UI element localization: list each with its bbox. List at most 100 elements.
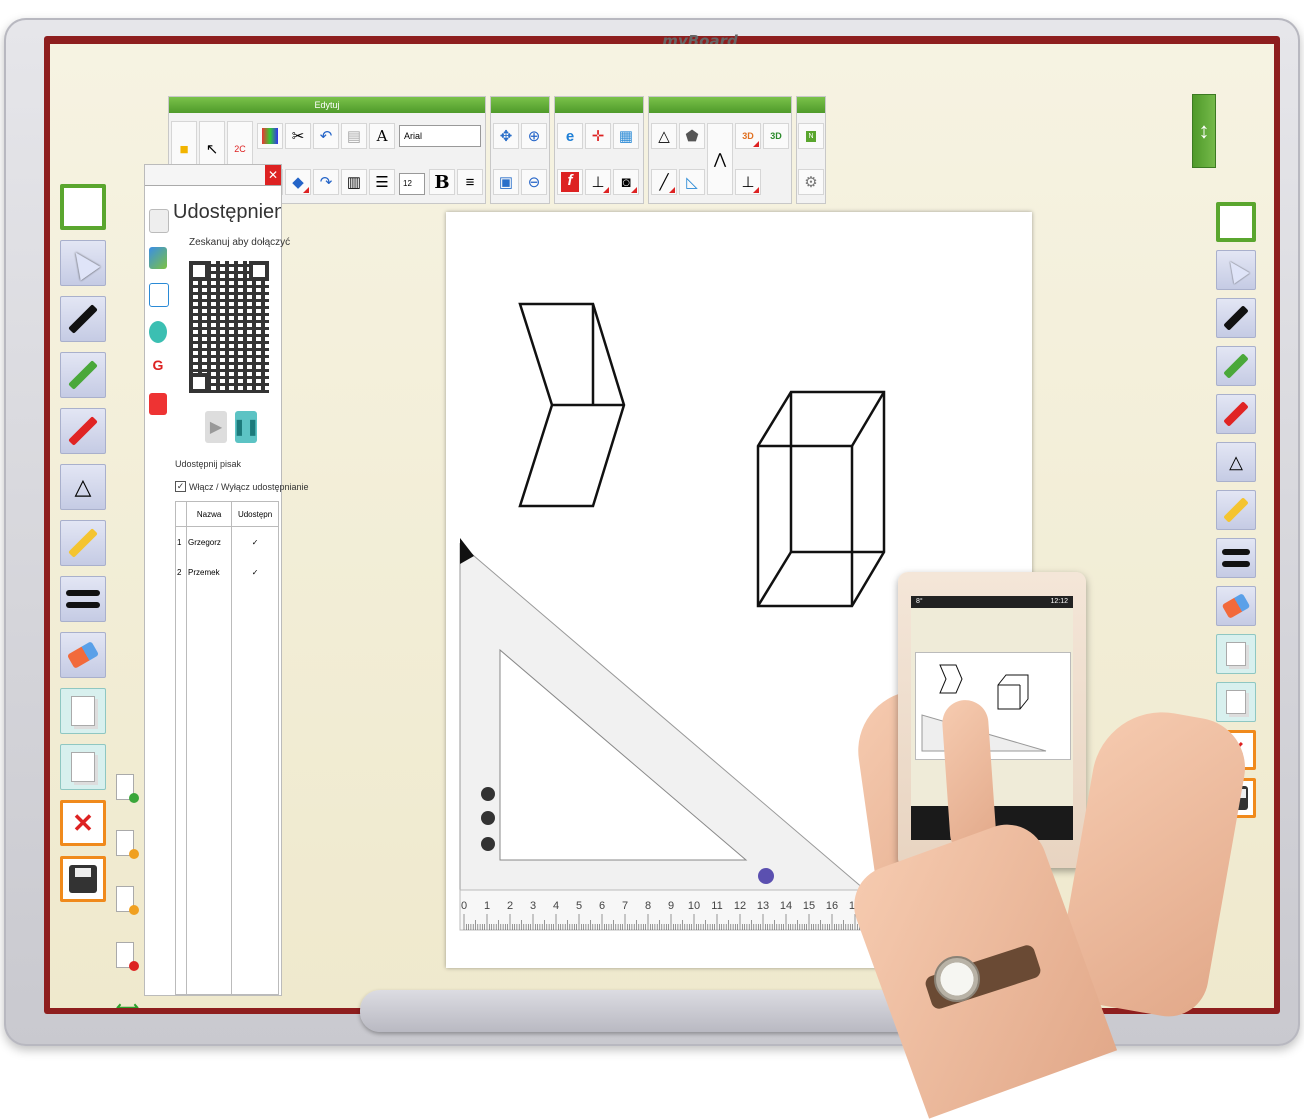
table-row[interactable]: 2 Przemek ✓ [175, 557, 279, 587]
eraser-icon[interactable] [60, 632, 106, 678]
page-manager-icons: ⟷ [116, 774, 140, 1008]
pen-share-label: Udostępnij pisak [175, 459, 242, 469]
ruler-tick-label: 0 [461, 900, 467, 912]
add-page-icon[interactable] [116, 774, 139, 803]
toolbar-group-view: ✥ ⊕ ▣ ⊖ [490, 96, 550, 204]
3d-solids-icon[interactable]: 3D [763, 123, 789, 149]
tablet-canvas-preview[interactable] [915, 652, 1071, 760]
ruler-tick-label: 10 [688, 900, 700, 912]
qr-corner [249, 261, 269, 281]
page-add-icon[interactable]: ▣ [493, 169, 519, 195]
page-add-icon[interactable] [60, 744, 106, 790]
page-add-icon[interactable] [1216, 682, 1256, 722]
toolbar-group-extra: N ⚙ [796, 96, 826, 204]
table-row[interactable]: 1 Grzegorz ✓ [175, 526, 279, 557]
camera-icon[interactable]: ◙ [613, 169, 639, 195]
green-pen-icon[interactable] [60, 352, 106, 398]
line-width-icon[interactable] [60, 576, 106, 622]
line-width-icon[interactable] [1216, 538, 1256, 578]
ruler-tick-label: 8 [645, 900, 651, 912]
pentagon-icon[interactable]: ⬟ [679, 123, 705, 149]
gallery-icon[interactable] [149, 247, 167, 269]
save-icon[interactable] [60, 856, 106, 902]
toolbar-group-insert: e ✛ ▦ f ⊥ ◙ [554, 96, 644, 204]
fill-bucket-icon[interactable]: ◆ [285, 169, 311, 195]
scissors-icon[interactable]: ✂ [285, 123, 311, 149]
line-spacing-icon[interactable]: ☰ [369, 169, 395, 195]
delete-page-icon[interactable]: ✕ [60, 800, 106, 846]
font-family-select[interactable]: Arial [399, 125, 481, 147]
font-size-select[interactable]: 12 [399, 173, 425, 195]
import-page-icon[interactable] [116, 830, 139, 859]
name-tag-icon[interactable]: N [798, 123, 824, 149]
export-page-icon[interactable] [116, 886, 139, 915]
ruler-tick-label: 7 [622, 900, 628, 912]
black-pen-icon[interactable] [1216, 298, 1256, 338]
eraser-icon[interactable] [1216, 586, 1256, 626]
ruler-tick-label: 16 [826, 900, 838, 912]
row-shared-checkbox[interactable]: ✓ [231, 526, 279, 557]
select-arrow-icon[interactable] [1216, 250, 1256, 290]
set-square-icon[interactable]: ◺ [679, 169, 705, 195]
bold-button[interactable]: B [429, 169, 455, 195]
text-tool-icon[interactable]: A [369, 123, 395, 149]
image-icon[interactable]: ▦ [613, 123, 639, 149]
close-icon[interactable]: ✕ [265, 165, 281, 185]
black-pen-icon[interactable] [60, 296, 106, 342]
set-square-tool [459, 538, 914, 931]
triangle-shape-icon[interactable]: △ [651, 123, 677, 149]
remove-page-icon[interactable] [116, 942, 139, 971]
page-copy-icon[interactable] [60, 688, 106, 734]
share-toggle[interactable]: ✓ Włącz / Wyłącz udostępnianie [175, 481, 308, 492]
flash-icon[interactable]: f [557, 169, 583, 195]
panel-side-icons: G [145, 195, 171, 429]
toolbar-resize-handle[interactable]: ↕ [1192, 94, 1216, 168]
eduplayer-icon[interactable] [149, 321, 167, 343]
expand-horizontal-icon[interactable]: ⟷ [116, 998, 140, 1008]
screen-shade-icon[interactable]: ⊥ [585, 169, 611, 195]
crosshair-icon[interactable]: ✛ [585, 123, 611, 149]
table-header-name: Nazwa [186, 501, 233, 527]
settings-gear-icon[interactable]: ⚙ [798, 169, 824, 195]
redo-icon[interactable]: ↷ [313, 169, 339, 195]
red-pen-icon[interactable] [1216, 394, 1256, 434]
list-icon[interactable] [149, 209, 169, 233]
ruler-tick-label: 6 [599, 900, 605, 912]
qr-code [189, 261, 269, 393]
zoom-in-icon[interactable]: ⊕ [521, 123, 547, 149]
shapes-icon[interactable]: △ [60, 464, 106, 510]
pen-share-icon[interactable] [149, 283, 169, 307]
red-pen-icon[interactable] [60, 408, 106, 454]
line-tool-icon[interactable]: ╱ [651, 169, 677, 195]
new-page-icon[interactable] [1216, 202, 1256, 242]
highlighter-icon[interactable] [60, 520, 106, 566]
row-shared-checkbox[interactable]: ✓ [231, 557, 279, 587]
color-palette-icon[interactable] [257, 123, 283, 149]
copy-icon[interactable]: ▥ [341, 169, 367, 195]
sketchup-icon[interactable] [149, 393, 167, 415]
page-copy-icon[interactable] [1216, 634, 1256, 674]
tablet-status-bar: 8° 12:12 [911, 596, 1073, 608]
google-icon[interactable]: G [149, 357, 167, 379]
ruler-icon[interactable]: ⊥ [735, 169, 761, 195]
undo-icon[interactable]: ↶ [313, 123, 339, 149]
prism-drawing [518, 302, 626, 508]
green-pen-icon[interactable] [1216, 346, 1256, 386]
highlighter-icon[interactable] [1216, 490, 1256, 530]
pause-button[interactable]: ❚❚ [233, 411, 259, 443]
select-arrow-icon[interactable] [60, 240, 106, 286]
ruler-tick-label: 5 [576, 900, 582, 912]
play-button[interactable]: ▶ [205, 411, 227, 443]
ruler-tick-label: 2 [507, 900, 513, 912]
align-icon[interactable]: ≡ [457, 169, 483, 195]
paste-disabled-icon[interactable]: ▤ [341, 123, 367, 149]
zoom-out-icon[interactable]: ⊖ [521, 169, 547, 195]
move-icon[interactable]: ✥ [493, 123, 519, 149]
share-toggle-checkbox[interactable]: ✓ [175, 481, 186, 492]
3d-shapes-icon[interactable]: 3D [735, 123, 761, 149]
shapes-icon[interactable]: △ [1216, 442, 1256, 482]
new-page-icon[interactable] [60, 184, 106, 230]
internet-explorer-icon[interactable]: e [557, 123, 583, 149]
compass-icon[interactable]: ⋀ [707, 123, 733, 195]
users-table: Nazwa Udostępn 1 Grzegorz ✓ 2 Przemek ✓ [175, 501, 279, 995]
